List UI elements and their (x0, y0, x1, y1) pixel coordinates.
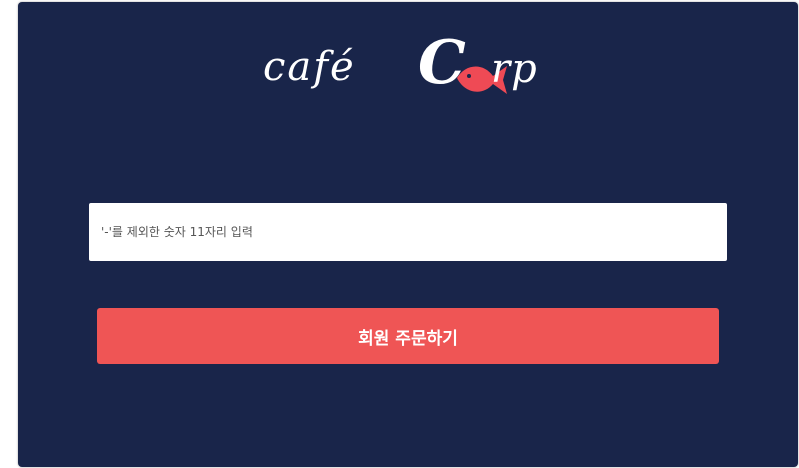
member-order-button[interactable]: 회원 주문하기 (97, 308, 719, 364)
phone-number-input[interactable] (89, 203, 727, 261)
logo-cafe-text: café (263, 44, 356, 90)
cafe-corp-logo: café C rp (263, 28, 563, 102)
login-panel: café C rp 회원 주문하기 (18, 2, 798, 467)
logo-rp-text: rp (491, 46, 538, 92)
